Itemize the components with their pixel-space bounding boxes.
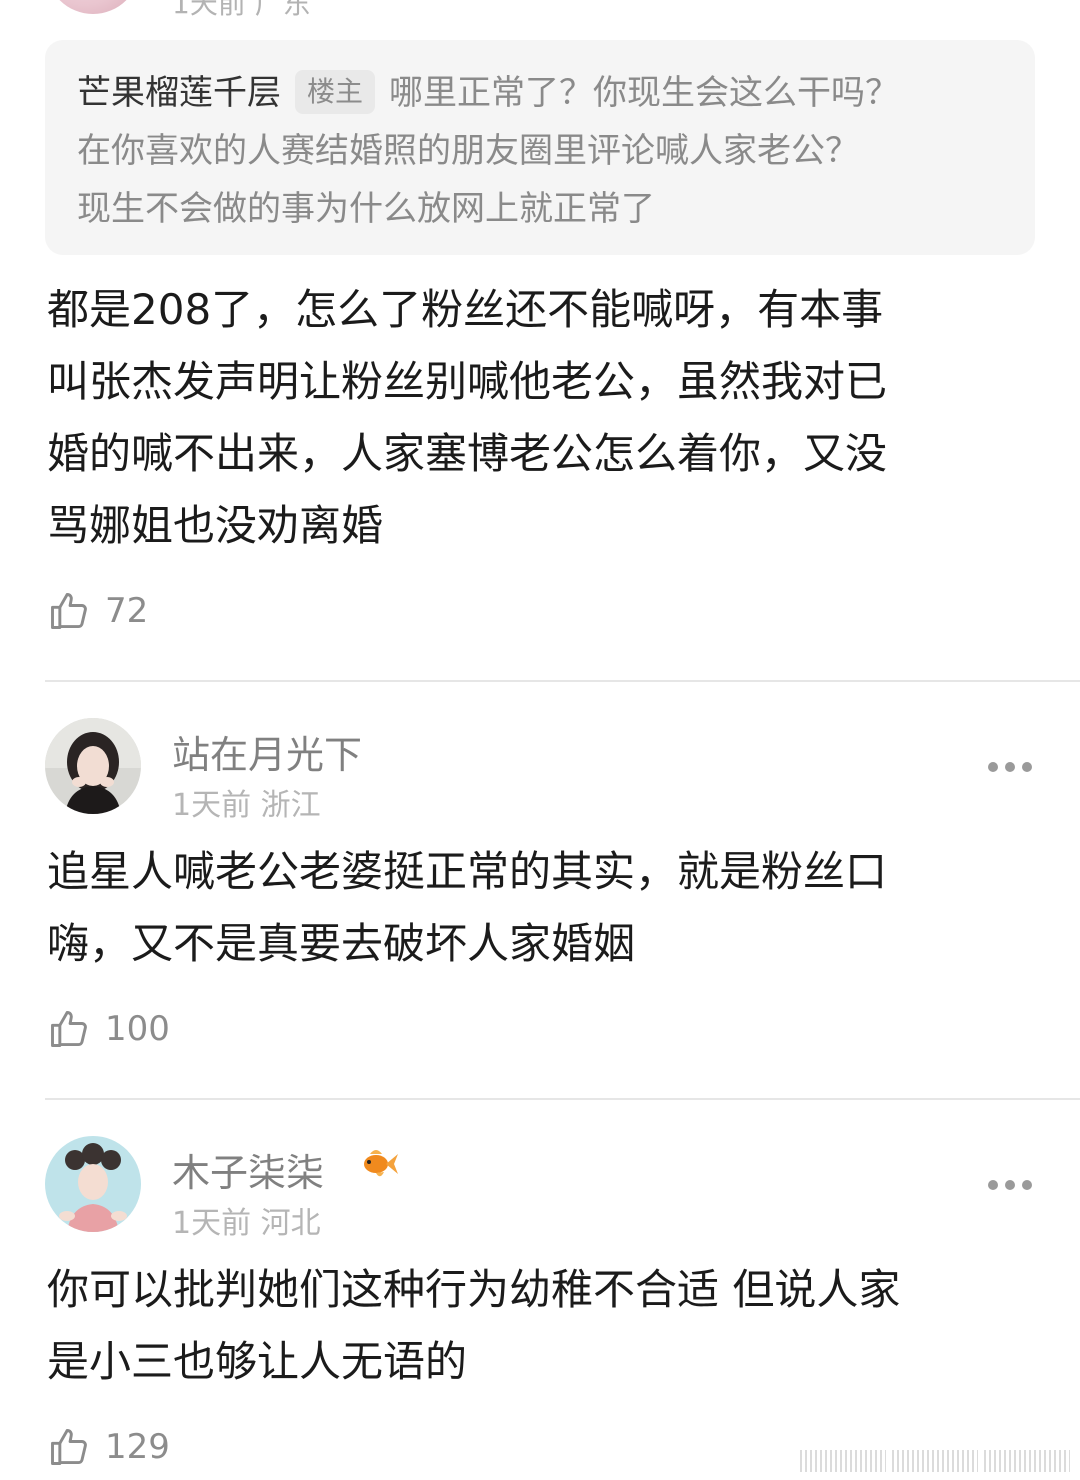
avatar[interactable]: [45, 718, 141, 814]
op-badge: 楼主: [295, 70, 376, 114]
quote-author[interactable]: 芒果榴莲千层: [77, 73, 281, 113]
username[interactable]: 木子柒柒: [172, 1142, 324, 1197]
quote-text: 在你喜欢的人赛结婚照的朋友圈里评论喊人家老公？: [77, 131, 859, 171]
thumbs-up-icon: [51, 593, 87, 629]
comment-body: 都是208了，怎么了粉丝还不能喊呀，有本事 叫张杰发声明让粉丝别喊他老公，虽然我…: [47, 274, 1037, 562]
goldfish-badge-icon: [364, 1150, 398, 1177]
like-count: 100: [105, 1009, 170, 1049]
watermark: [800, 1450, 1070, 1472]
like-count: 72: [105, 591, 149, 631]
comment-meta: 1天前 河北: [172, 1206, 321, 1241]
comment-line: 嗨，又不是真要去破坏人家婚姻: [47, 919, 636, 968]
avatar[interactable]: [45, 1136, 141, 1232]
comment-line: 追星人喊老公老婆挺正常的其实，就是粉丝口: [47, 847, 888, 896]
more-dots-icon[interactable]: [988, 1180, 1032, 1192]
like-button[interactable]: 129: [47, 1422, 170, 1472]
like-button[interactable]: 100: [47, 1004, 170, 1054]
like-count: 129: [105, 1427, 170, 1467]
user-photo: [45, 718, 141, 814]
quote-line: 芒果榴莲千层 楼主 哪里正常了？你现生会这么干吗？: [77, 64, 1005, 122]
comment-meta: 1天前 广东: [172, 0, 311, 20]
comment-line: 都是208了，怎么了粉丝还不能喊呀，有本事: [47, 285, 884, 334]
comment-line: 叫张杰发声明让粉丝别喊他老公，虽然我对已: [47, 357, 888, 406]
divider: [45, 1098, 1080, 1100]
comment-body: 你可以批判她们这种行为幼稚不合适 但说人家 是小三也够让人无语的: [47, 1254, 1037, 1398]
comment-body: 追星人喊老公老婆挺正常的其实，就是粉丝口 嗨，又不是真要去破坏人家婚姻: [47, 836, 1037, 980]
thumbs-up-icon: [51, 1429, 87, 1465]
comment-line: 骂娜姐也没劝离婚: [47, 501, 384, 550]
more-dots-icon[interactable]: [988, 762, 1032, 774]
quote-text: 现生不会做的事为什么放网上就正常了: [77, 189, 655, 229]
thumbs-up-icon: [51, 1011, 87, 1047]
comment-line: 你可以批判她们这种行为幼稚不合适 但说人家: [47, 1265, 901, 1314]
avatar[interactable]: [46, 0, 140, 14]
comment-line: 是小三也够让人无语的: [47, 1337, 468, 1386]
username[interactable]: 站在月光下: [172, 724, 362, 779]
comment-meta: 1天前 浙江: [172, 788, 321, 823]
quote-text: 哪里正常了？你现生会这么干吗？: [389, 73, 900, 113]
quoted-comment[interactable]: 芒果榴莲千层 楼主 哪里正常了？你现生会这么干吗？ 在你喜欢的人赛结婚照的朋友圈里评…: [45, 40, 1035, 255]
divider: [45, 680, 1080, 682]
like-button[interactable]: 72: [47, 586, 148, 636]
comment-line: 婚的喊不出来，人家塞博老公怎么着你，又没: [47, 429, 888, 478]
user-photo: [45, 1136, 141, 1232]
